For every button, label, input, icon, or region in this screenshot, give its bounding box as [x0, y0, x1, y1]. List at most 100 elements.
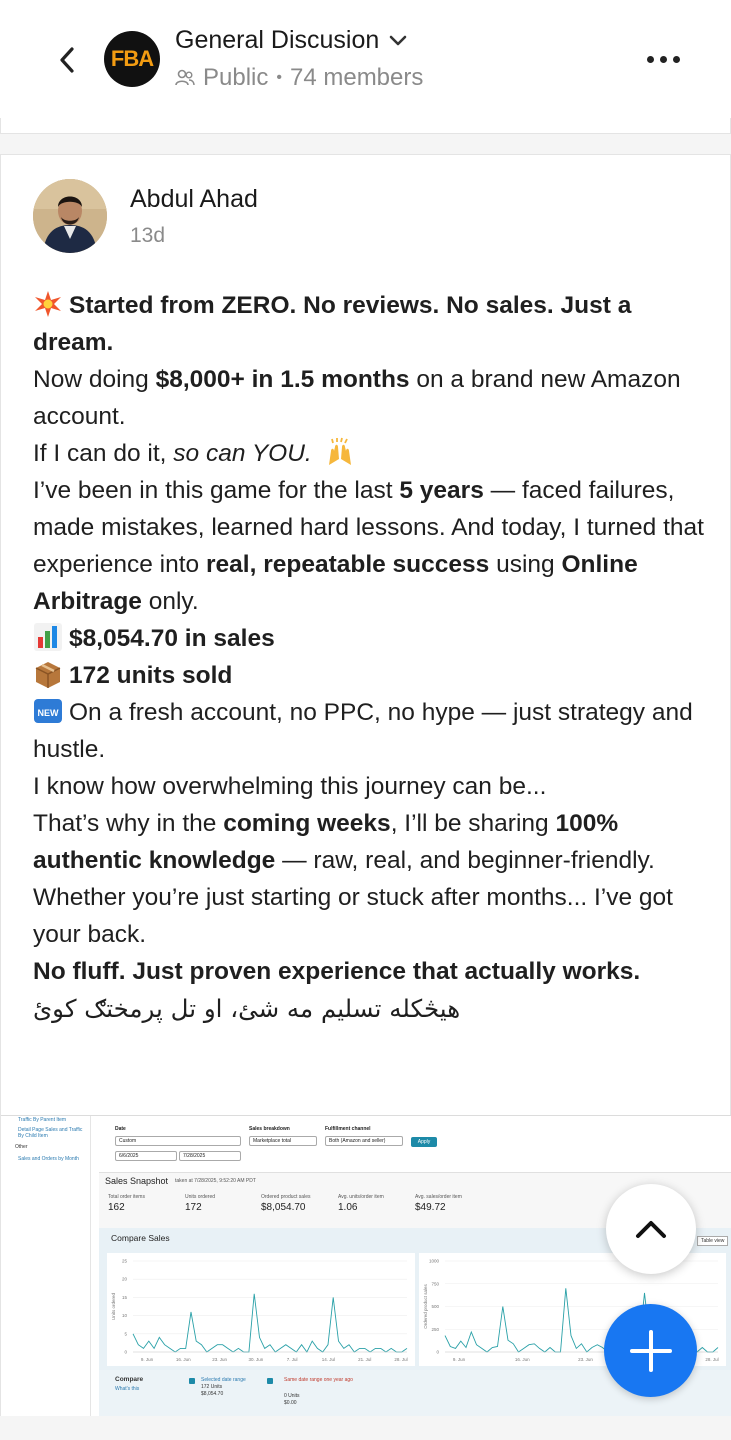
post-line: $8,054.70 in sales [33, 620, 713, 657]
author-name[interactable]: Abdul Ahad [130, 185, 258, 214]
prior-sales: $0.00 [284, 1400, 297, 1406]
svg-text:NEW: NEW [38, 708, 60, 718]
chevron-left-icon [60, 47, 74, 73]
chevron-down-icon [389, 35, 407, 45]
post-headline: Started from ZERO. No reviews. No sales.… [33, 292, 632, 356]
feed-gap [0, 134, 731, 154]
text-run: — raw, real, and beginner-friendly. [275, 847, 655, 874]
x-tick-label: 9. Jun [453, 1357, 466, 1362]
prior-units: 0 Units [284, 1393, 300, 1399]
table-view-button: Table view [697, 1236, 729, 1246]
sidebar-link: Traffic By Parent Item [18, 1117, 67, 1123]
post-line: Whether you’re just starting or stuck af… [33, 884, 673, 948]
x-tick-label: 28. Jul [394, 1357, 407, 1362]
y-tick-label: 10 [122, 1313, 128, 1318]
selected-sales: $8,054.70 [201, 1391, 224, 1397]
filter-label: Fulfillment channel [325, 1126, 371, 1132]
post-line: Started from ZERO. No reviews. No sales.… [33, 287, 713, 361]
metric-value: 1.06 [338, 1202, 358, 1213]
author-avatar[interactable] [33, 179, 107, 253]
plus-icon [629, 1329, 672, 1372]
y-tick-label: 1000 [429, 1259, 440, 1264]
filter-label: Date [115, 1126, 126, 1132]
collision-emoji-icon [35, 291, 61, 317]
text-run: If I can do it, [33, 440, 174, 467]
selected-checkbox [189, 1378, 195, 1384]
y-tick-label: 250 [431, 1327, 439, 1332]
post-line: I know how overwhelming this journey can… [33, 773, 547, 800]
metric-value: 172 [185, 1202, 202, 1213]
post-line: 172 units sold [33, 657, 713, 694]
text-run: using [489, 551, 562, 578]
x-tick-label: 16. Jun [176, 1357, 191, 1362]
text-run: , I’ll be sharing [390, 810, 556, 837]
units-line: 172 units sold [69, 662, 233, 689]
scroll-top-button[interactable] [606, 1184, 696, 1274]
text-run-italic: so can YOU. [173, 440, 312, 467]
report-sidebar: Traffic By Parent Item Detail Page Sales… [1, 1116, 91, 1417]
logo-text: FBA [110, 46, 154, 71]
y-tick-label: 0 [436, 1350, 439, 1355]
snapshot-time: taken at 7/28/2025, 9:52:20 AM PDT [175, 1178, 256, 1184]
post-line: No fluff. Just proven experience that ac… [33, 953, 713, 990]
group-title-button[interactable]: General Discusion [175, 26, 407, 55]
apply-button: Apply [411, 1137, 437, 1147]
units-chart-svg: 25 20 15 10 5 0 Units ordered 9. Jun 16. Jun 23. … [111, 1259, 408, 1363]
back-button[interactable] [52, 40, 82, 80]
metric-value: $8,054.70 [261, 1202, 306, 1213]
x-tick-label: 16. Jun [515, 1357, 530, 1362]
y-tick-label: 5 [124, 1331, 127, 1336]
units-chart: 25 20 15 10 5 0 Units ordered 9. Jun 16. Jun 23. … [107, 1253, 415, 1366]
y-axis-label: Units ordered [111, 1292, 116, 1320]
compare-title: Compare Sales [111, 1233, 170, 1243]
text-run-bold: $8,000+ in 1.5 months [155, 366, 410, 393]
series-line [132, 1293, 408, 1353]
y-tick-label: 20 [122, 1277, 128, 1282]
post-line: I’ve been in this game for the last 5 ye… [33, 472, 713, 620]
more-dot [659, 55, 667, 63]
date-select: Custom [115, 1136, 241, 1146]
sidebar-link: Detail Page Sales and Traffic By Child I… [18, 1127, 83, 1139]
new-badge-emoji-icon: NEW [34, 699, 62, 723]
date-to: 7/28/2025 [179, 1151, 241, 1161]
y-tick-label: 750 [431, 1281, 439, 1286]
feed-bottom [0, 1416, 731, 1440]
breakdown-select: Marketplace total [249, 1136, 317, 1146]
create-post-button[interactable] [604, 1304, 697, 1397]
x-tick-label: 7. Jul [287, 1357, 298, 1362]
post-line: That’s why in the coming weeks, I’ll be … [33, 805, 713, 879]
chevron-up-icon [636, 1221, 666, 1238]
prior-checkbox [267, 1378, 273, 1384]
post-time: 13d [130, 224, 166, 247]
y-tick-label: 25 [122, 1259, 128, 1264]
x-tick-label: 23. Jun [578, 1357, 593, 1362]
metric-label: Avg. units/order item [338, 1194, 384, 1200]
text-run-bold: real, repeatable success [205, 551, 490, 578]
member-count[interactable]: 74 members [290, 64, 423, 92]
snapshot-title: Sales Snapshot [105, 1176, 169, 1186]
text-run: That’s why in the [33, 810, 224, 837]
text-run: Now doing [33, 366, 156, 393]
metric-value: 162 [108, 1202, 125, 1213]
y-tick-label: 15 [122, 1295, 128, 1300]
metric-label: Units ordered [185, 1194, 216, 1200]
channel-select: Both (Amazon and seller) [325, 1136, 403, 1146]
selected-label: Selected date range [201, 1377, 246, 1383]
y-tick-label: 0 [124, 1350, 127, 1355]
more-options-button[interactable] [640, 42, 686, 76]
bar-chart-emoji-icon [34, 623, 62, 651]
metric-value: $49.72 [415, 1202, 446, 1213]
more-horizontal-icon [646, 55, 654, 63]
x-tick-label: 23. Jun [212, 1357, 227, 1362]
previous-card-edge [0, 118, 731, 134]
sidebar-heading: Other [15, 1144, 28, 1150]
compare-label: Compare [115, 1376, 144, 1383]
post-body: Started from ZERO. No reviews. No sales.… [33, 287, 713, 1027]
x-tick-label: 14. Jul [322, 1357, 335, 1362]
x-tick-label: 30. Jun [248, 1357, 263, 1362]
sales-line: $8,054.70 in sales [69, 625, 275, 652]
selected-units: 172 Units [201, 1384, 223, 1390]
group-logo[interactable]: FBA [104, 31, 160, 87]
group-name: General Discusion [175, 26, 380, 54]
metric-label: Avg. sales/order item [415, 1194, 462, 1200]
